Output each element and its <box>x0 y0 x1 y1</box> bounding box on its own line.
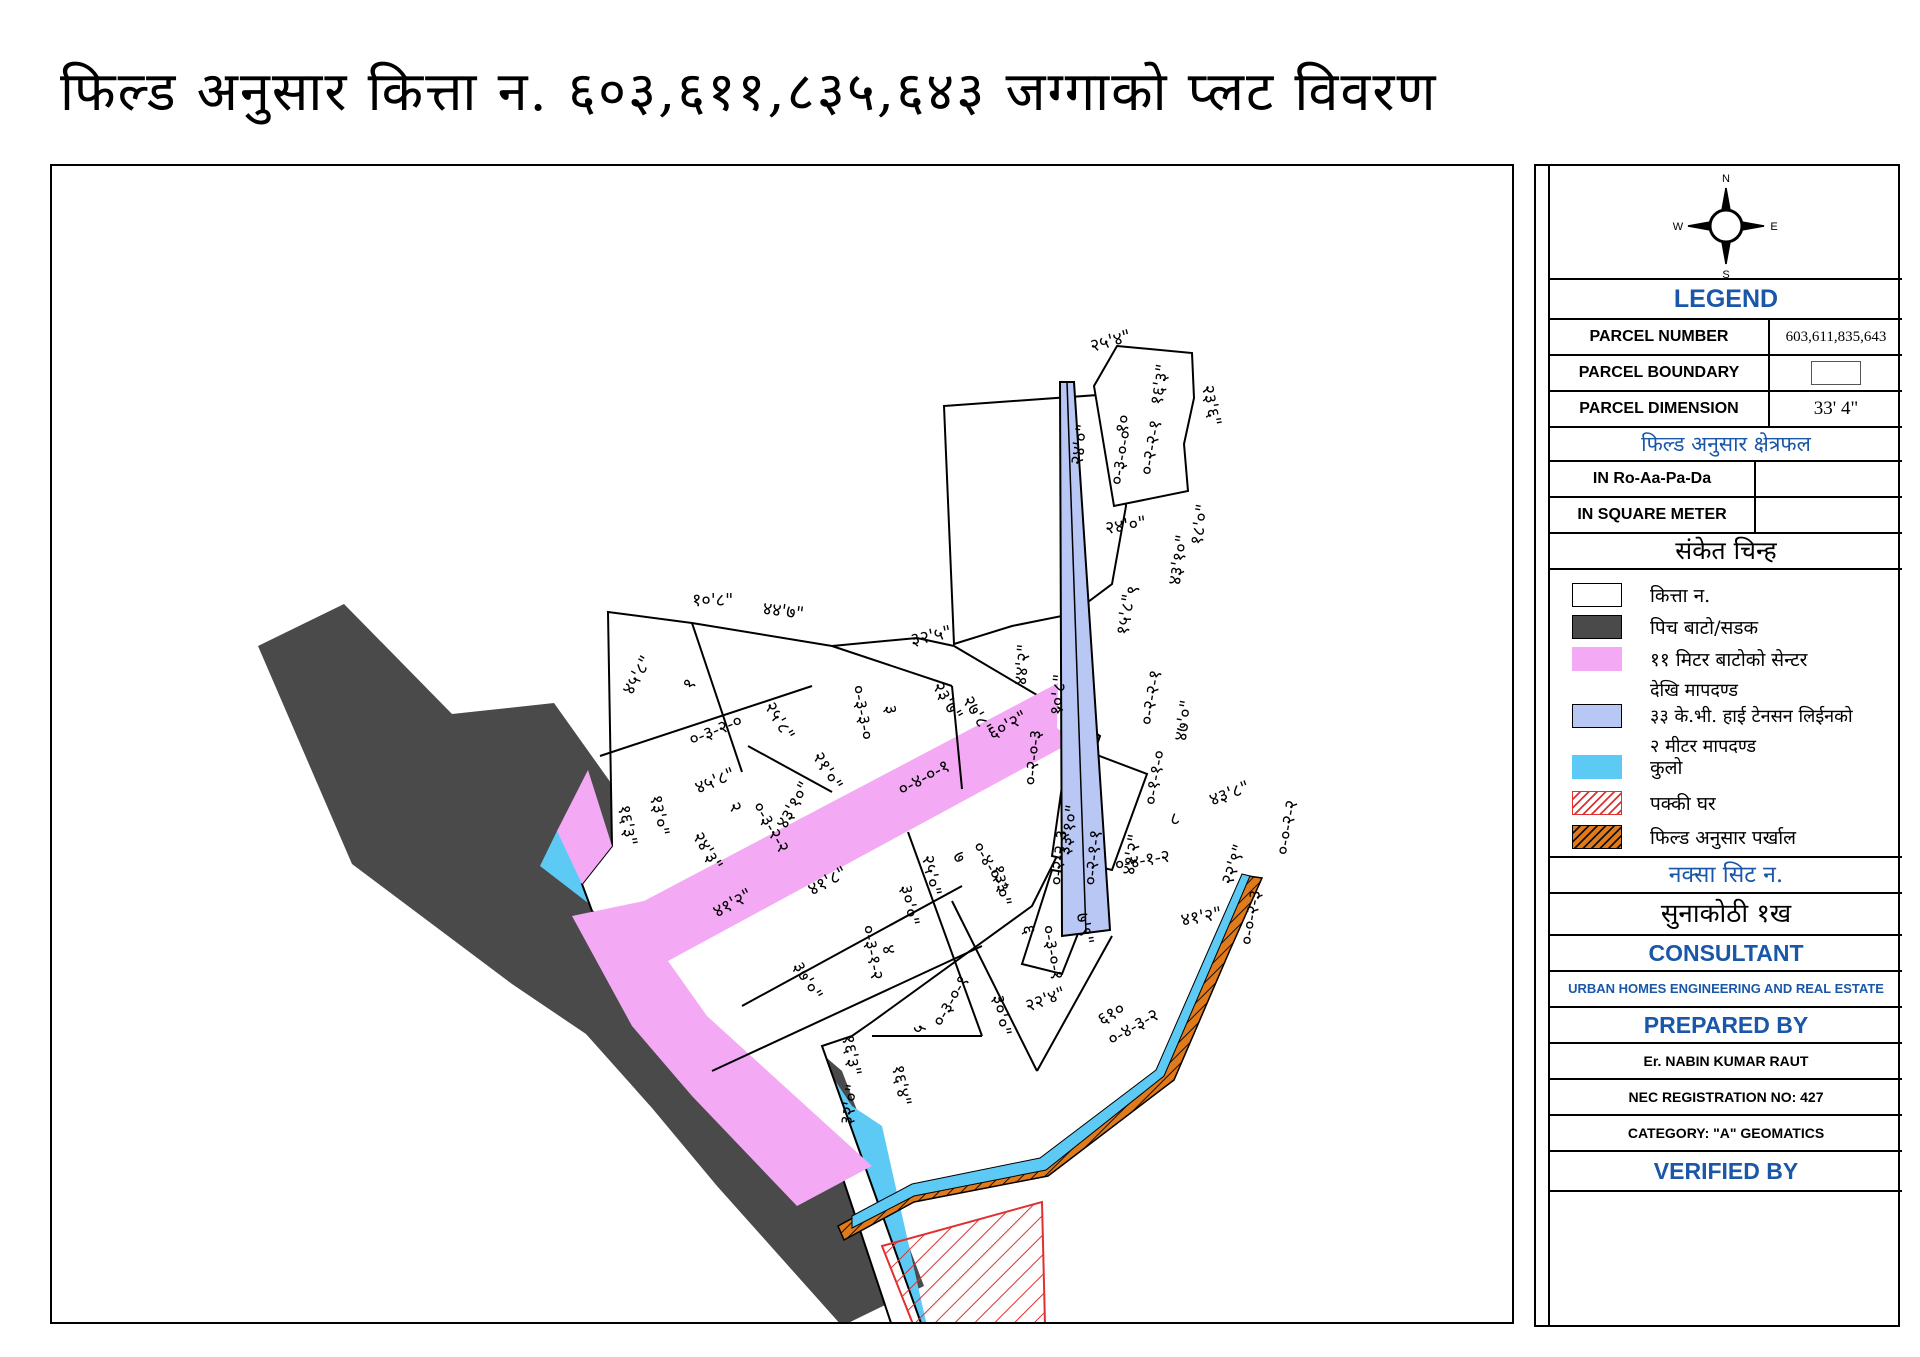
parcel-dimension-row: PARCEL DIMENSION 33' 4" <box>1550 392 1902 428</box>
symbol-house: पक्की घर <box>1572 790 1716 816</box>
area-label: ०-२-२-१ <box>1136 668 1166 726</box>
consultant-value: URBAN HOMES ENGINEERING AND REAL ESTATE <box>1550 972 1902 1008</box>
dim-label: ४३'८" <box>1207 777 1253 811</box>
sqm-row: IN SQUARE METER <box>1550 498 1902 534</box>
compass-box: N S W E <box>1550 166 1902 281</box>
dim-label: ४१'२" <box>1179 903 1223 931</box>
symbol-road-setback: ११ मिटर बाटोको सेन्टर <box>1572 646 1807 672</box>
legend-panel: N S W E LEGEND PARCEL NUMBER 603,611,835… <box>1534 164 1902 1327</box>
sheet-value: सुनाकोठी १ख <box>1550 894 1902 936</box>
prepared-name: Er. NABIN KUMAR RAUT <box>1550 1044 1902 1080</box>
dim-label: ४४'२" <box>1010 643 1035 686</box>
pakki-ghar[interactable] <box>880 1200 1046 1324</box>
dim-label: १५'८" <box>1112 593 1140 637</box>
dim-label: १०'८" <box>692 590 733 611</box>
parcel-boundary-label: PARCEL BOUNDARY <box>1550 356 1770 390</box>
parcel-boundary-row: PARCEL BOUNDARY <box>1550 356 1902 392</box>
symbol-label: ११ मिटर बाटोको सेन्टर <box>1650 649 1808 671</box>
nec-registration: NEC REGISTRATION NO: 427 <box>1550 1080 1902 1116</box>
ropani-label: IN Ro-Aa-Pa-Da <box>1550 462 1756 496</box>
wall-swatch-icon <box>1572 825 1622 849</box>
road-swatch-icon <box>1572 615 1622 639</box>
compass-w-label: W <box>1673 221 1684 233</box>
dim-label: १०'८" <box>1046 673 1071 716</box>
area-label: ०-०-२-२ <box>1272 798 1302 856</box>
symbol-wall: फिल्ड अनुसार पर्खाल <box>1572 824 1796 850</box>
parcel-boundary-swatch <box>1811 361 1861 385</box>
kulo-swatch-icon <box>1572 755 1622 779</box>
symbol-label: पिच बाटो/सडक <box>1650 617 1759 639</box>
map-title: फिल्ड अनुसार कित्ता न. ६०३,६११,८३५,६४३ ज… <box>60 60 1438 123</box>
dim-label: ४३'१०" <box>1164 533 1193 587</box>
parcel-map: २५'४" २४'०" ०-३-०-० १० ०-२-२-१ २४'०" १८'… <box>258 326 1303 1324</box>
symbol-label: कुलो <box>1650 757 1683 779</box>
parcel-number-row: PARCEL NUMBER 603,611,835,643 <box>1550 320 1902 356</box>
ropani-row: IN Ro-Aa-Pa-Da <box>1550 462 1902 498</box>
dim-label: २४'०" <box>1104 512 1148 539</box>
compass-e-label: E <box>1770 221 1777 233</box>
dim-label: १६'४" <box>887 1063 915 1107</box>
symbol-label: फिल्ड अनुसार पर्खाल <box>1650 827 1797 849</box>
symbols-heading: संकेत चिन्ह <box>1550 534 1902 570</box>
symbol-road: पिच बाटो/सडक <box>1572 614 1758 640</box>
area-label: ०-१-१-० <box>1140 748 1170 806</box>
prepared-heading: PREPARED BY <box>1550 1008 1902 1044</box>
dim-label: ४४'७" <box>761 598 805 625</box>
dim-label: २३'६" <box>1197 383 1225 427</box>
parcel-number-value: 603,611,835,643 <box>1785 328 1887 345</box>
hightension-swatch-icon <box>1572 704 1622 728</box>
plot-label: ८ <box>1167 808 1183 831</box>
plot-label: १० <box>1111 413 1135 435</box>
symbol-label-line2: देखि मापदण्ड <box>1650 680 1739 701</box>
parcel-dimension-value: 33' 4" <box>1813 398 1859 419</box>
legend-heading: LEGEND <box>1550 280 1902 320</box>
house-swatch-icon <box>1572 791 1622 815</box>
sqm-label: IN SQUARE METER <box>1550 498 1756 532</box>
dim-label: ४७'०" <box>1170 699 1198 743</box>
map-frame: २५'४" २४'०" ०-३-०-० १० ०-२-२-१ २४'०" १८'… <box>50 164 1514 1324</box>
dim-label: ३०'०" <box>987 993 1015 1037</box>
parcel-swatch-icon <box>1572 583 1622 607</box>
verified-heading: VERIFIED BY <box>1550 1152 1902 1192</box>
symbol-label: ३३ के.भी. हाई टेनसन लिईनको <box>1650 706 1853 727</box>
parcel-dimension-label: PARCEL DIMENSION <box>1550 392 1770 426</box>
road-setback-swatch-icon <box>1572 647 1622 671</box>
dim-label: २२'४" <box>1023 983 1069 1017</box>
parcel-number-label: PARCEL NUMBER <box>1550 320 1770 354</box>
compass-rose-icon: N S W E <box>1673 173 1778 281</box>
symbols-box: कित्ता न. पिच बाटो/सडक ११ मिटर बाटोको से… <box>1550 570 1902 858</box>
compass-s-label: S <box>1722 269 1729 278</box>
compass-n-label: N <box>1722 173 1730 185</box>
symbol-hightension: ३३ के.भी. हाई टेनसन लिईनको <box>1572 704 1853 728</box>
symbol-label: पक्की घर <box>1650 793 1716 815</box>
sheet-heading: नक्सा सिट न. <box>1550 858 1902 894</box>
symbol-parcel: कित्ता न. <box>1572 582 1710 608</box>
symbol-label: कित्ता न. <box>1650 585 1711 607</box>
category: CATEGORY: "A" GEOMATICS <box>1550 1116 1902 1152</box>
area-label: ०-३-०-१ <box>928 972 974 1031</box>
area-heading: फिल्ड अनुसार क्षेत्रफल <box>1550 428 1902 462</box>
consultant-heading: CONSULTANT <box>1550 936 1902 972</box>
symbol-kulo: कुलो <box>1572 754 1682 780</box>
